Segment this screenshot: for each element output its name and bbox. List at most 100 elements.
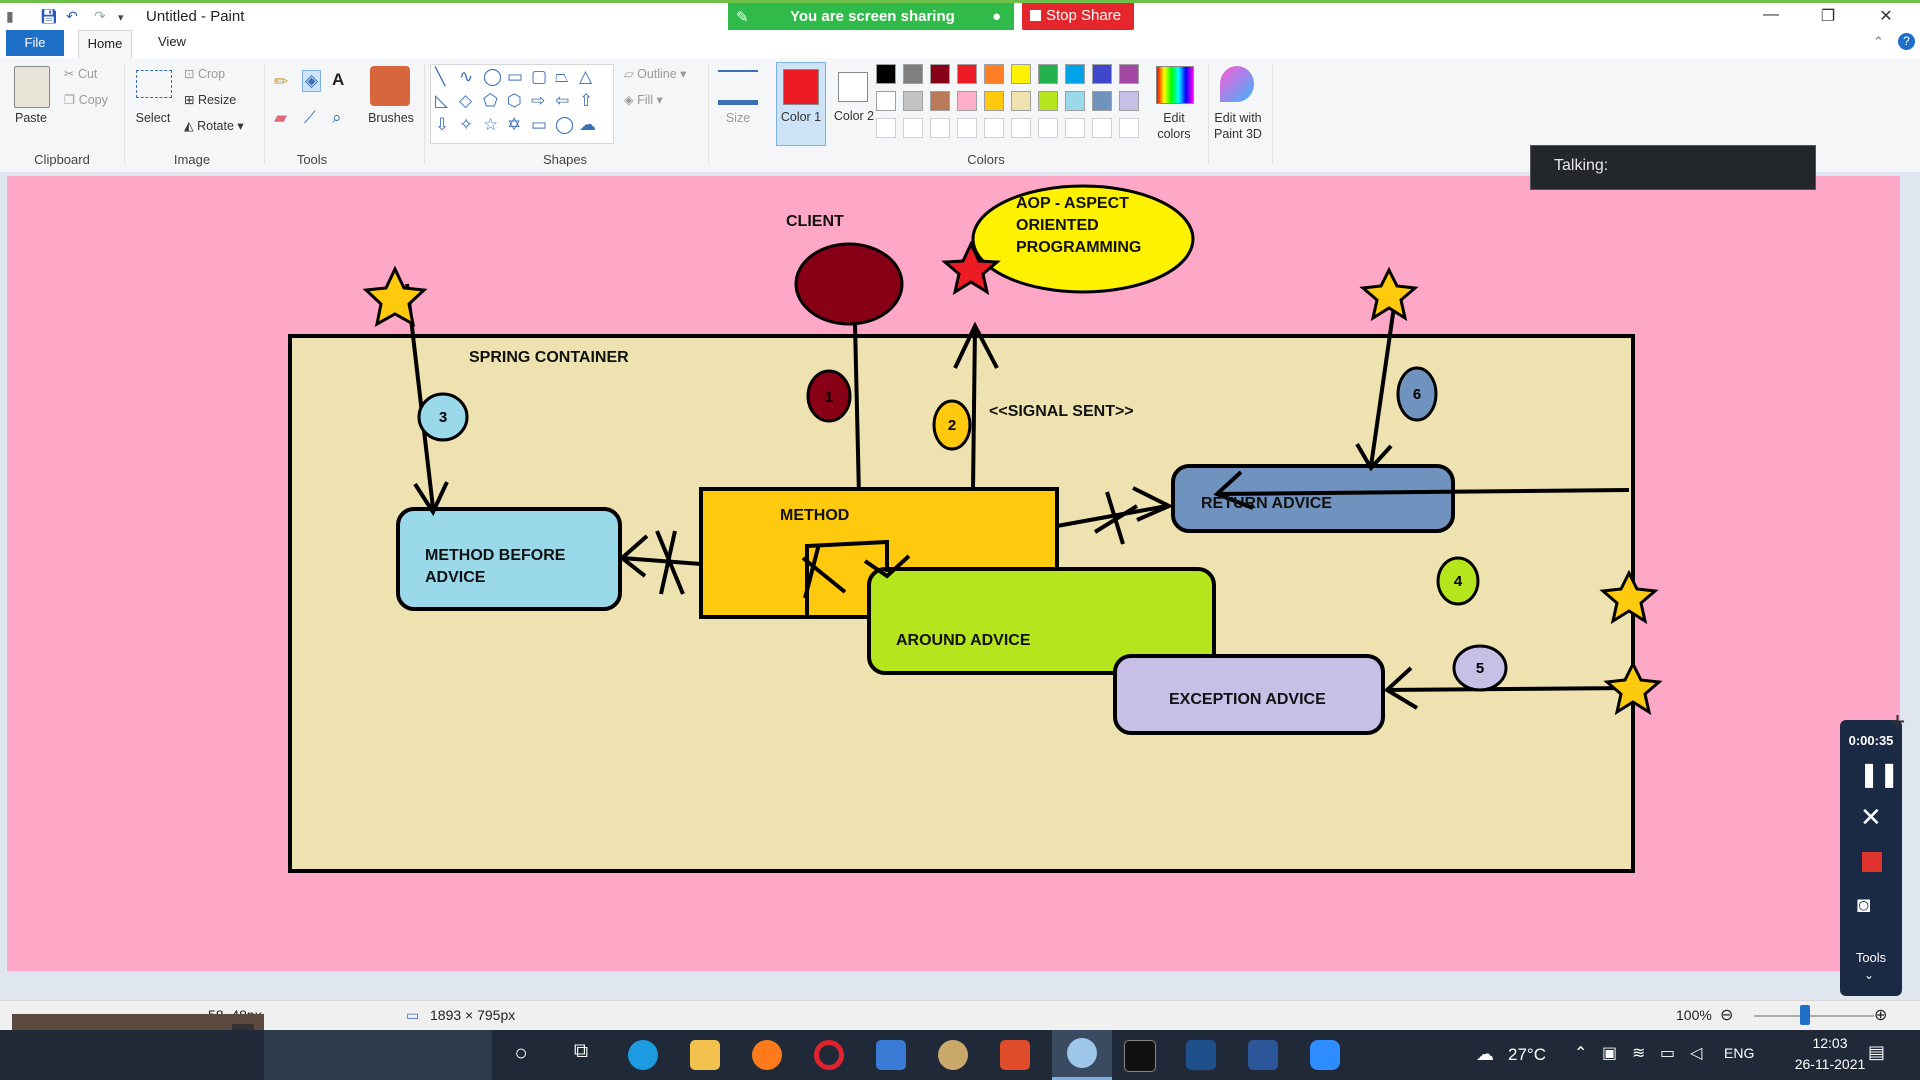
six-point-star-shape-icon[interactable]: ✡ [507, 115, 521, 135]
wifi-icon[interactable]: ≋ [1632, 1043, 1645, 1063]
palette-swatch[interactable] [1119, 91, 1139, 111]
taskbar-search-area[interactable] [264, 1030, 492, 1080]
palette-swatch[interactable] [1038, 91, 1058, 111]
office-app-icon[interactable] [1000, 1040, 1030, 1070]
palette-swatch[interactable] [903, 118, 923, 138]
oval-shape-icon[interactable]: ◯ [483, 67, 502, 87]
file-explorer-icon[interactable] [690, 1040, 720, 1070]
diamond-shape-icon[interactable]: ◇ [459, 91, 472, 111]
save-icon[interactable]: 💾︎ [40, 8, 58, 25]
four-point-star-shape-icon[interactable]: ✧ [459, 115, 473, 135]
clock-time[interactable]: 12:03 [1790, 1035, 1870, 1051]
text-tool-icon[interactable]: A [332, 70, 344, 90]
zoom-slider-track[interactable] [1754, 1015, 1874, 1017]
brushes-icon[interactable] [370, 66, 410, 106]
palette-swatch[interactable] [903, 91, 923, 111]
triangle-shape-icon[interactable]: △ [579, 67, 592, 87]
drawing-canvas[interactable]: 1 2 3 4 5 6 CLIENT AOP - ASPECT ORIENTED… [7, 176, 1900, 971]
palette-swatch[interactable] [1065, 118, 1085, 138]
zoom-slider-thumb[interactable] [1800, 1005, 1810, 1025]
polygon-shape-icon[interactable]: ⏢ [555, 67, 569, 87]
pencil-icon[interactable]: ✏ [274, 72, 288, 92]
paint3d-icon[interactable] [1220, 66, 1254, 102]
meet-now-icon[interactable]: ▣ [1602, 1043, 1617, 1063]
terminal-icon[interactable] [1124, 1040, 1156, 1072]
paste-button[interactable]: Paste [8, 110, 54, 126]
restore-button[interactable]: ❐ [1808, 6, 1848, 30]
color-palette[interactable] [876, 64, 1152, 144]
language-indicator[interactable]: ENG [1724, 1045, 1754, 1061]
palette-swatch[interactable] [1092, 91, 1112, 111]
temperature[interactable]: 27°C [1508, 1045, 1546, 1065]
palette-swatch[interactable] [930, 91, 950, 111]
minimize-button[interactable]: — [1751, 6, 1791, 30]
palette-swatch[interactable] [957, 91, 977, 111]
zoom-out-icon[interactable]: ⊖ [1720, 1005, 1733, 1025]
zoom-in-icon[interactable]: ⊕ [1874, 1005, 1887, 1025]
copy-button[interactable]: ❐ Copy [64, 92, 108, 108]
palette-swatch[interactable] [1038, 64, 1058, 84]
notifications-icon[interactable]: ▤ [1868, 1042, 1885, 1063]
recorder-tools-button[interactable]: Tools [1840, 950, 1902, 965]
rectangle-shape-icon[interactable]: ▭ [507, 67, 523, 87]
eraser-icon[interactable]: ▰ [274, 108, 287, 128]
mysql-icon[interactable] [1186, 1040, 1216, 1070]
close-button[interactable]: ✕ [1866, 6, 1906, 30]
color-picker-icon[interactable]: ⟋ [304, 108, 316, 128]
palette-swatch[interactable] [957, 64, 977, 84]
size-icon[interactable] [718, 70, 758, 105]
select-button[interactable]: Select [130, 110, 176, 126]
palette-swatch[interactable] [1092, 64, 1112, 84]
palette-swatch[interactable] [1011, 64, 1031, 84]
help-icon[interactable]: ? [1898, 33, 1915, 50]
palette-swatch[interactable] [1065, 91, 1085, 111]
paint-taskbar-active[interactable] [1052, 1030, 1112, 1080]
palette-swatch[interactable] [1011, 118, 1031, 138]
pentagon-shape-icon[interactable]: ⬠ [483, 91, 498, 111]
palette-swatch[interactable] [876, 91, 896, 111]
customize-qat-icon[interactable]: ▾ [118, 11, 124, 24]
paste-icon[interactable] [14, 66, 50, 108]
palette-swatch[interactable] [930, 118, 950, 138]
palette-swatch[interactable] [1065, 64, 1085, 84]
cloud-callout-shape-icon[interactable]: ☁ [579, 115, 596, 135]
clock-date[interactable]: 26-11-2021 [1790, 1056, 1870, 1072]
move-handle-icon[interactable]: ✛ [1890, 712, 1905, 733]
battery-icon[interactable]: ▭ [1660, 1043, 1675, 1063]
palette-swatch[interactable] [1038, 118, 1058, 138]
curve-shape-icon[interactable]: ∿ [459, 67, 473, 87]
palette-swatch[interactable] [1092, 118, 1112, 138]
palette-swatch[interactable] [1119, 64, 1139, 84]
down-arrow-shape-icon[interactable]: ⇩ [435, 115, 449, 135]
line-shape-icon[interactable]: ╲ [435, 67, 445, 87]
palette-swatch[interactable] [957, 118, 977, 138]
pause-icon[interactable]: ❚❚ [1859, 760, 1899, 789]
close-icon[interactable]: ✕ [1860, 802, 1882, 833]
color1-button[interactable]: Color 1 [776, 62, 826, 146]
select-icon[interactable] [136, 70, 172, 98]
five-point-star-shape-icon[interactable]: ☆ [483, 115, 498, 135]
zoom-app-icon[interactable] [1310, 1040, 1340, 1070]
tab-view[interactable]: View [158, 34, 186, 49]
palette-swatch[interactable] [984, 64, 1004, 84]
palette-swatch[interactable] [1011, 91, 1031, 111]
rotate-button[interactable]: ◭ Rotate ▾ [184, 118, 244, 134]
settings-app-icon[interactable] [938, 1040, 968, 1070]
edit-colors-icon[interactable] [1156, 66, 1194, 104]
tab-file[interactable]: File [6, 30, 64, 56]
palette-swatch[interactable] [984, 91, 1004, 111]
edge-icon[interactable] [628, 1040, 658, 1070]
outline-button[interactable]: ▱ Outline ▾ [624, 66, 686, 82]
palette-swatch[interactable] [876, 64, 896, 84]
palette-swatch[interactable] [876, 118, 896, 138]
right-triangle-shape-icon[interactable]: ◺ [435, 91, 448, 111]
redo-icon[interactable]: ↷ [94, 8, 106, 25]
cortana-icon[interactable]: ○ [506, 1040, 536, 1070]
undo-icon[interactable]: ↶ [66, 8, 78, 25]
callout-rect-shape-icon[interactable]: ▭ [531, 115, 547, 135]
palette-swatch[interactable] [930, 64, 950, 84]
weather-icon[interactable]: ☁ [1476, 1044, 1494, 1065]
shapes-gallery[interactable]: ╲ ∿ ◯ ▭ ▢ ⏢ △ ◺ ◇ ⬠ ⬡ ⇨ ⇦ ⇧ ⇩ ✧ ☆ ✡ ▭ ◯ … [430, 64, 614, 144]
edit-paint3d-button[interactable]: Edit with Paint 3D [1206, 110, 1270, 142]
magnifier-icon[interactable]: ⌕ [332, 108, 342, 128]
